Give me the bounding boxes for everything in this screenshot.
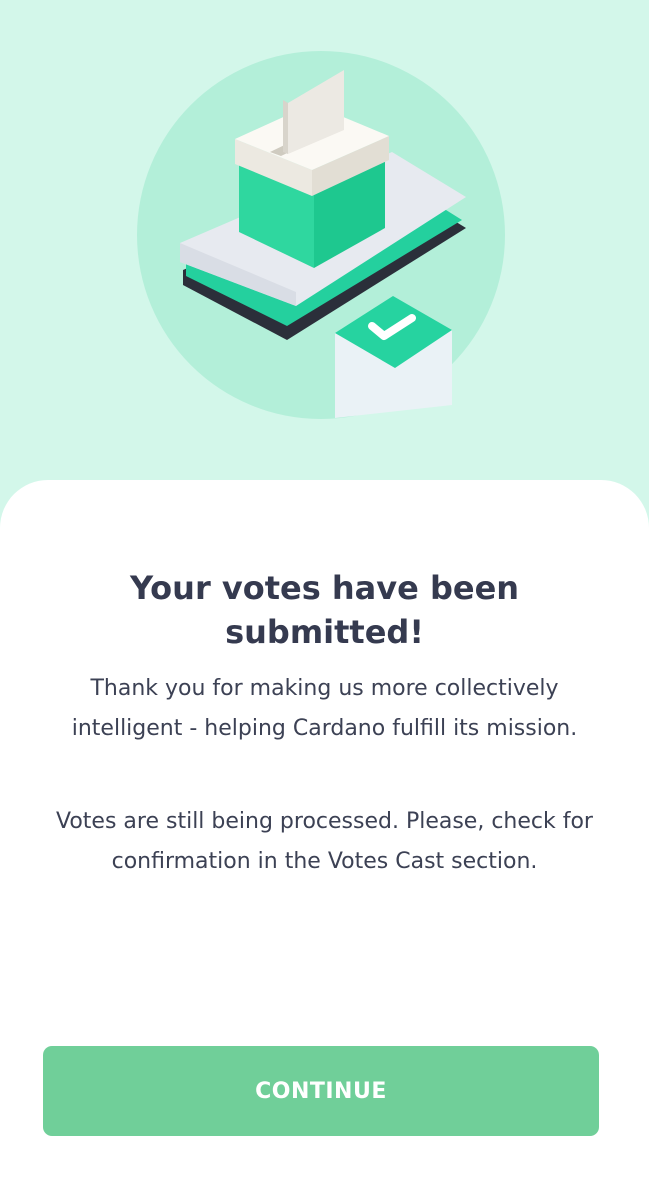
ballot-box-phone-illustration bbox=[137, 51, 505, 419]
confirmation-title: Your votes have been submitted! bbox=[129, 569, 520, 651]
hero-section bbox=[0, 0, 649, 520]
confirmation-message: Thank you for making us more collectivel… bbox=[71, 676, 578, 741]
processing-note: Votes are still being processed. Please,… bbox=[56, 809, 593, 874]
continue-button[interactable]: CONTINUE bbox=[43, 1046, 599, 1136]
